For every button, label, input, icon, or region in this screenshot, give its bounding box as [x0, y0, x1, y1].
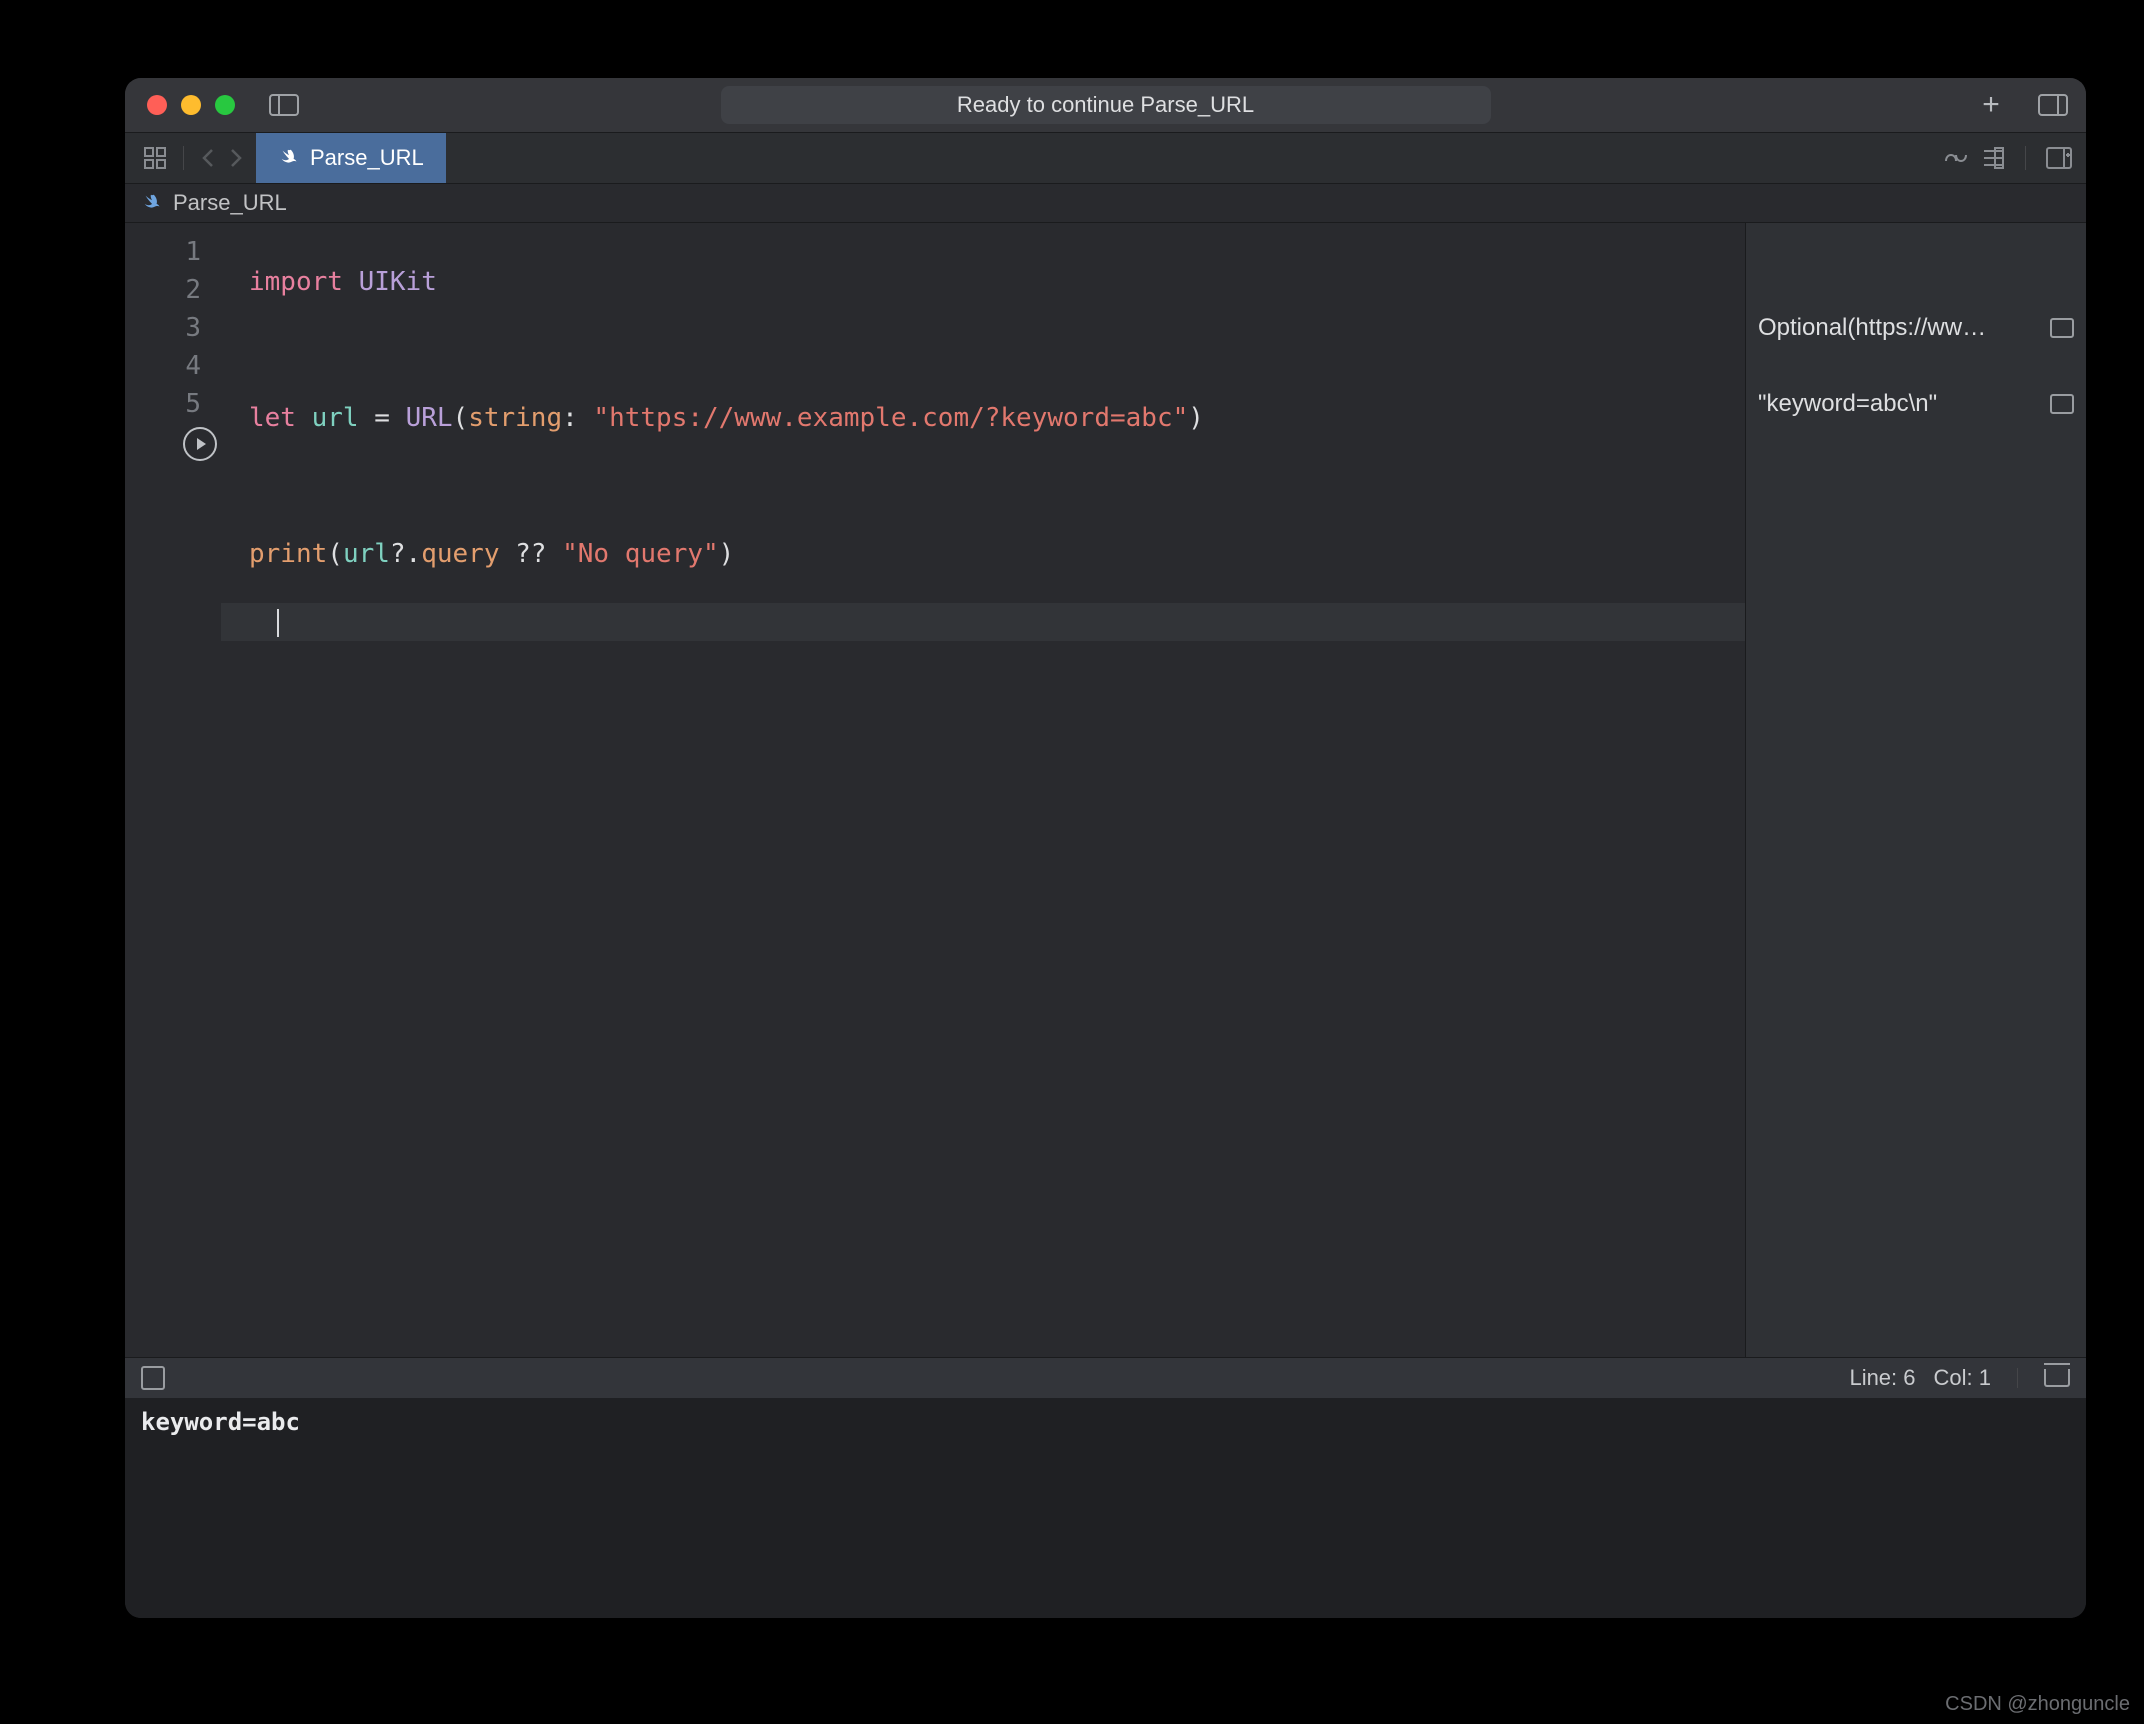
- activity-title-text: Ready to continue Parse_URL: [957, 92, 1254, 118]
- console-text: keyword=abc: [141, 1408, 300, 1436]
- breadcrumb-label: Parse_URL: [173, 190, 287, 216]
- result-row[interactable]: Optional(https://ww…: [1746, 309, 2086, 347]
- activity-title[interactable]: Ready to continue Parse_URL: [721, 86, 1491, 124]
- tabbar: Parse_URL: [125, 133, 2086, 184]
- tab-active[interactable]: Parse_URL: [256, 133, 446, 183]
- divider: [2017, 1368, 2018, 1388]
- quicklook-icon[interactable]: [2050, 394, 2074, 414]
- editor-pane: 1 2 3 4 5 import UIKit let url = URL(str…: [125, 223, 1745, 1357]
- adjust-editor-icon[interactable]: [1981, 147, 2005, 169]
- line-number: 4: [125, 347, 221, 385]
- text-cursor: [277, 609, 279, 637]
- tab-label: Parse_URL: [310, 145, 424, 171]
- code-line: import UIKit: [221, 263, 1745, 301]
- code-line: [221, 467, 1745, 505]
- cursor-line: Line: 6: [1849, 1365, 1915, 1391]
- code-line: print(url?.query ?? "No query"): [221, 535, 1745, 573]
- xcode-window: Ready to continue Parse_URL +: [125, 78, 2086, 1618]
- line-number: 3: [125, 309, 221, 347]
- line-number: 1: [125, 233, 221, 271]
- line-gutter[interactable]: 1 2 3 4 5: [125, 223, 221, 1357]
- close-window-button[interactable]: [147, 95, 167, 115]
- add-editor-icon[interactable]: [2046, 147, 2072, 169]
- debug-bar: Line: 6 Col: 1: [125, 1357, 2086, 1398]
- result-row: [1746, 233, 2086, 271]
- nav-forward-icon[interactable]: [226, 147, 244, 169]
- cursor-col: Col: 1: [1934, 1365, 1991, 1391]
- breadcrumb-bar[interactable]: Parse_URL: [125, 184, 2086, 223]
- toggle-preview-icon[interactable]: [1943, 147, 1969, 169]
- toggle-sidebar-icon[interactable]: [269, 94, 299, 116]
- nav-back-icon[interactable]: [200, 147, 218, 169]
- traffic-lights: [147, 95, 235, 115]
- result-row[interactable]: "keyword=abc\n": [1746, 385, 2086, 423]
- tabbar-nav: [125, 133, 256, 183]
- divider: [2025, 146, 2026, 170]
- related-items-icon[interactable]: [143, 146, 167, 170]
- zoom-window-button[interactable]: [215, 95, 235, 115]
- line-number: 2: [125, 271, 221, 309]
- result-text: Optional(https://ww…: [1758, 309, 1986, 347]
- results-sidebar: Optional(https://ww… "keyword=abc\n": [1745, 223, 2086, 1357]
- swift-icon: [141, 192, 163, 214]
- watermark-text: CSDN @zhonguncle: [1945, 1693, 2130, 1716]
- code-line: [221, 331, 1745, 369]
- editor-area: 1 2 3 4 5 import UIKit let url = URL(str…: [125, 223, 2086, 1357]
- result-row: [1746, 271, 2086, 309]
- line-number: 5: [125, 385, 221, 423]
- add-button[interactable]: +: [1978, 92, 2004, 118]
- console-output[interactable]: keyword=abc: [125, 1398, 2086, 1618]
- cursor-status: Line: 6 Col: 1: [1849, 1365, 2070, 1391]
- code-editor[interactable]: import UIKit let url = URL(string: "http…: [221, 223, 1745, 1357]
- run-line-button[interactable]: [183, 427, 217, 461]
- toggle-inspector-icon[interactable]: [2038, 94, 2068, 116]
- titlebar-right: +: [1978, 92, 2068, 118]
- minimize-window-button[interactable]: [181, 95, 201, 115]
- quicklook-icon[interactable]: [2050, 318, 2074, 338]
- divider: [183, 146, 184, 170]
- result-text: "keyword=abc\n": [1758, 385, 1937, 423]
- swift-icon: [278, 147, 300, 169]
- tabbar-right: [1943, 133, 2086, 183]
- code-line: let url = URL(string: "https://www.examp…: [221, 399, 1745, 437]
- code-line-current: [221, 603, 1745, 641]
- toggle-debug-area-icon[interactable]: [2044, 1369, 2070, 1387]
- titlebar: Ready to continue Parse_URL +: [125, 78, 2086, 133]
- toggle-output-icon[interactable]: [141, 1366, 165, 1390]
- result-row: [1746, 347, 2086, 385]
